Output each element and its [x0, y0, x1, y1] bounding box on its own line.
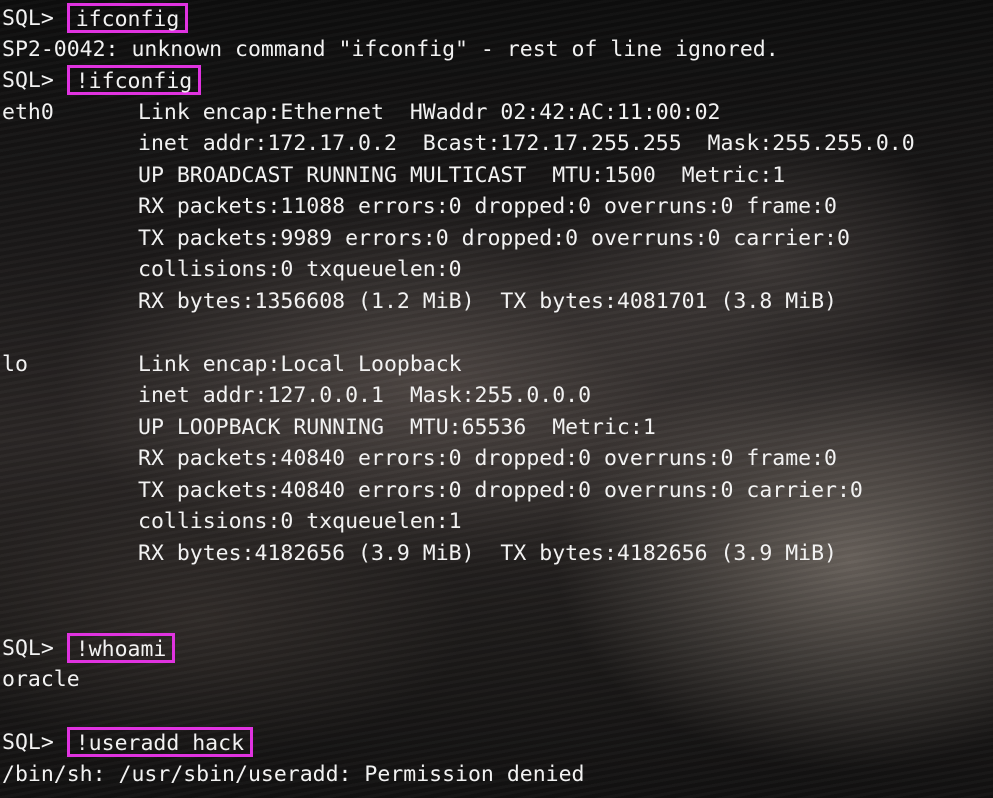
interface-detail: TX packets:40840 errors:0 dropped:0 over… [138, 478, 863, 503]
command-line: SQL> ifconfig [2, 3, 189, 34]
highlighted-command: !useradd hack [66, 727, 254, 757]
highlighted-command: ifconfig [66, 3, 189, 33]
interface-detail: TX packets:9989 errors:0 dropped:0 overr… [138, 226, 850, 251]
interface-detail: UP LOOPBACK RUNNING MTU:65536 Metric:1 [138, 415, 656, 440]
interface-detail: RX packets:40840 errors:0 dropped:0 over… [138, 446, 837, 471]
interface-detail: collisions:0 txqueuelen:0 [138, 257, 462, 282]
error-output: /bin/sh: /usr/sbin/useradd: Permission d… [2, 762, 585, 787]
whoami-output: oracle [2, 667, 80, 692]
interface-detail: inet addr:172.17.0.2 Bcast:172.17.255.25… [138, 131, 915, 156]
sql-prompt: SQL> [2, 730, 67, 755]
interface-name: eth0 [2, 100, 54, 125]
interface-name: lo [2, 352, 28, 377]
highlighted-command: !whoami [66, 633, 176, 663]
sql-prompt: SQL> [2, 636, 67, 661]
interface-detail: Link encap:Local Loopback [138, 352, 462, 377]
terminal-window[interactable]: SQL> ifconfig SP2-0042: unknown command … [0, 0, 993, 798]
interface-detail: RX bytes:4182656 (3.9 MiB) TX bytes:4182… [138, 541, 837, 566]
output-line: eth0 Link encap:Ethernet HWaddr 02:42:AC:… [2, 97, 720, 128]
interface-detail: Link encap:Ethernet HWaddr 02:42:AC:11:0… [138, 100, 721, 125]
interface-detail: RX bytes:1356608 (1.2 MiB) TX bytes:4081… [138, 289, 837, 314]
sql-prompt: SQL> [2, 6, 67, 31]
command-line: SQL> !useradd hack [2, 727, 254, 758]
command-line: SQL> !ifconfig [2, 65, 202, 96]
sql-prompt: SQL> [2, 68, 67, 93]
interface-detail: RX packets:11088 errors:0 dropped:0 over… [138, 194, 837, 219]
interface-detail: inet addr:127.0.0.1 Mask:255.0.0.0 [138, 383, 592, 408]
command-line: SQL> !whoami [2, 633, 176, 664]
error-output: SP2-0042: unknown command "ifconfig" - r… [2, 37, 779, 62]
output-line: lo Link encap:Local Loopback [2, 349, 462, 380]
highlighted-command: !ifconfig [66, 65, 202, 95]
interface-detail: UP BROADCAST RUNNING MULTICAST MTU:1500 … [138, 163, 786, 188]
interface-detail: collisions:0 txqueuelen:1 [138, 509, 462, 534]
